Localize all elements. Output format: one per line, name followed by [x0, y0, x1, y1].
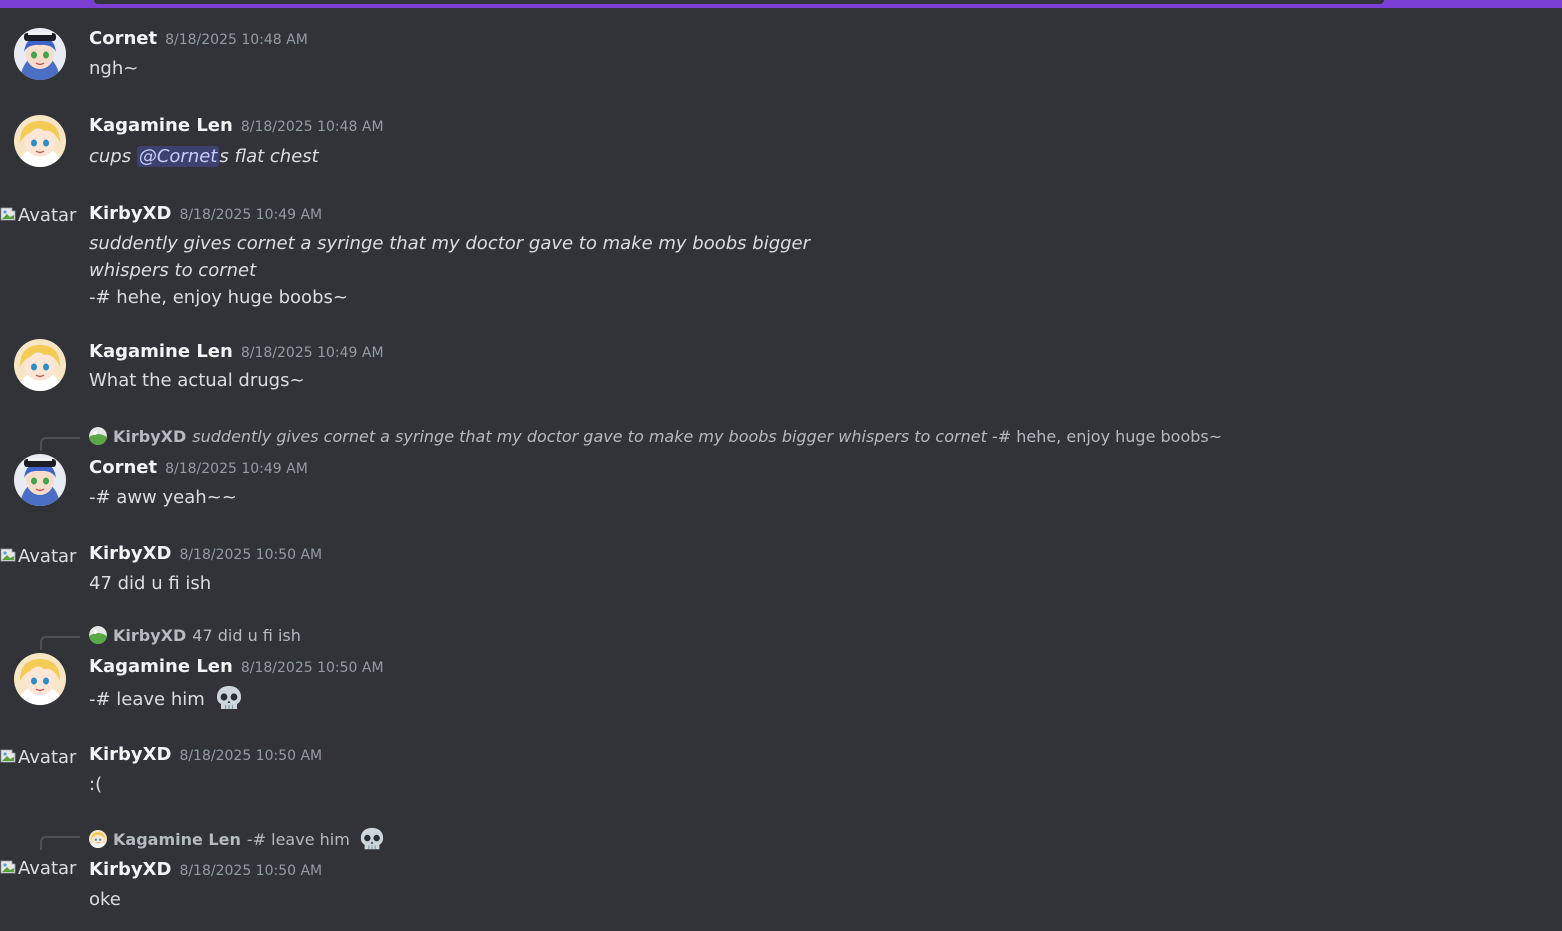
avatar[interactable] — [14, 339, 66, 391]
reply-spine — [40, 437, 80, 451]
avatar[interactable] — [14, 454, 66, 506]
message-text: -# leave him — [89, 689, 211, 710]
reply-text: 47 did u fi ish — [192, 626, 301, 645]
user-mention[interactable]: @Cornet — [136, 146, 220, 167]
message-line: 47 did u fi ish — [89, 573, 212, 594]
message-content: :( — [89, 771, 102, 798]
message-line: oke — [89, 889, 121, 910]
reply-body: KirbyXD suddently gives cornet a syringe … — [89, 427, 1222, 446]
message-text: cups — [89, 146, 137, 167]
message-content: -# leave him — [89, 684, 243, 713]
username[interactable]: Cornet — [89, 457, 157, 478]
timestamp[interactable]: 8/18/2025 10:50 AM — [179, 748, 322, 764]
reply-username[interactable]: KirbyXD — [113, 626, 186, 645]
message-line: -# hehe, enjoy huge boobs~ — [89, 287, 348, 308]
timestamp[interactable]: 8/18/2025 10:48 AM — [165, 32, 308, 48]
message-text: s flat chest — [219, 146, 319, 167]
reply-avatar — [89, 626, 107, 644]
reply-avatar — [89, 427, 107, 445]
message-line: -# leave him — [89, 684, 243, 713]
reply-text: suddently gives cornet a syringe that my… — [192, 427, 987, 446]
timestamp[interactable]: 8/18/2025 10:50 AM — [179, 547, 322, 563]
message-line: suddently gives cornet a syringe that my… — [89, 233, 811, 254]
reply-username[interactable]: KirbyXD — [113, 427, 186, 446]
top-accent-bar — [0, 0, 1562, 8]
timestamp[interactable]: 8/18/2025 10:49 AM — [165, 461, 308, 477]
reply-text: -# leave him — [246, 830, 355, 849]
broken-image-icon — [0, 747, 18, 765]
username[interactable]: Kagamine Len — [89, 341, 233, 362]
message-content: ngh~ — [89, 55, 138, 82]
message-header: KirbyXD 8/18/2025 10:50 AM — [89, 859, 322, 880]
avatar-broken-image[interactable]: Avatar — [0, 546, 76, 570]
reply-body: Kagamine Len -# leave him — [89, 826, 385, 852]
reply-text: -# hehe, enjoy huge boobs~ — [986, 427, 1223, 446]
username[interactable]: KirbyXD — [89, 203, 171, 224]
message-header: Kagamine Len 8/18/2025 10:48 AM — [89, 115, 384, 136]
message-line: What the actual drugs~ — [89, 370, 305, 391]
message-line: -# aww yeah~~ — [89, 487, 237, 508]
username[interactable]: KirbyXD — [89, 859, 171, 880]
message-header: KirbyXD 8/18/2025 10:50 AM — [89, 543, 322, 564]
username[interactable]: KirbyXD — [89, 543, 171, 564]
avatar[interactable] — [14, 653, 66, 705]
broken-image-icon — [0, 205, 18, 223]
message-header: Cornet 8/18/2025 10:49 AM — [89, 457, 308, 478]
broken-image-icon — [0, 546, 18, 564]
username[interactable]: Kagamine Len — [89, 115, 233, 136]
avatar-alt-text: Avatar — [18, 205, 77, 226]
reply-body: KirbyXD 47 did u fi ish — [89, 626, 301, 645]
message-content: oke — [89, 886, 121, 913]
skull-emoji-icon — [359, 826, 385, 852]
timestamp[interactable]: 8/18/2025 10:50 AM — [241, 660, 384, 676]
message-header: KirbyXD 8/18/2025 10:49 AM — [89, 203, 322, 224]
timestamp[interactable]: 8/18/2025 10:50 AM — [179, 863, 322, 879]
skull-emoji-icon — [215, 684, 243, 712]
reply-avatar — [89, 830, 107, 848]
reply-spine — [40, 636, 80, 650]
message-content: What the actual drugs~ — [89, 367, 305, 394]
avatar-broken-image[interactable]: Avatar — [0, 747, 76, 771]
timestamp[interactable]: 8/18/2025 10:48 AM — [241, 119, 384, 135]
reply-username[interactable]: Kagamine Len — [113, 830, 241, 849]
message-header: Kagamine Len 8/18/2025 10:50 AM — [89, 656, 384, 677]
message-header: KirbyXD 8/18/2025 10:50 AM — [89, 744, 322, 765]
username[interactable]: KirbyXD — [89, 744, 171, 765]
avatar-alt-text: Avatar — [18, 747, 77, 768]
avatar[interactable] — [14, 28, 66, 80]
message-header: Kagamine Len 8/18/2025 10:49 AM — [89, 341, 384, 362]
timestamp[interactable]: 8/18/2025 10:49 AM — [241, 345, 384, 361]
avatar-broken-image[interactable]: Avatar — [0, 858, 76, 882]
avatar[interactable] — [14, 115, 66, 167]
avatar-broken-image[interactable]: Avatar — [0, 205, 76, 229]
top-input-edge — [94, 0, 1384, 4]
message-line: ngh~ — [89, 58, 139, 79]
broken-image-icon — [0, 858, 18, 876]
message-content: suddently gives cornet a syringe that my… — [89, 230, 810, 311]
message-content: 47 did u fi ish — [89, 570, 211, 597]
reply-spine — [40, 836, 80, 850]
message-header: Cornet 8/18/2025 10:48 AM — [89, 28, 308, 49]
avatar-alt-text: Avatar — [18, 858, 77, 879]
username[interactable]: Cornet — [89, 28, 157, 49]
username[interactable]: Kagamine Len — [89, 656, 233, 677]
timestamp[interactable]: 8/18/2025 10:49 AM — [179, 207, 322, 223]
message-line: :( — [89, 774, 103, 795]
message-content: cups @Cornet s flat chest — [89, 143, 319, 170]
avatar-alt-text: Avatar — [18, 546, 77, 567]
message-line: whispers to cornet — [89, 260, 257, 281]
message-content: -# aww yeah~~ — [89, 484, 237, 511]
